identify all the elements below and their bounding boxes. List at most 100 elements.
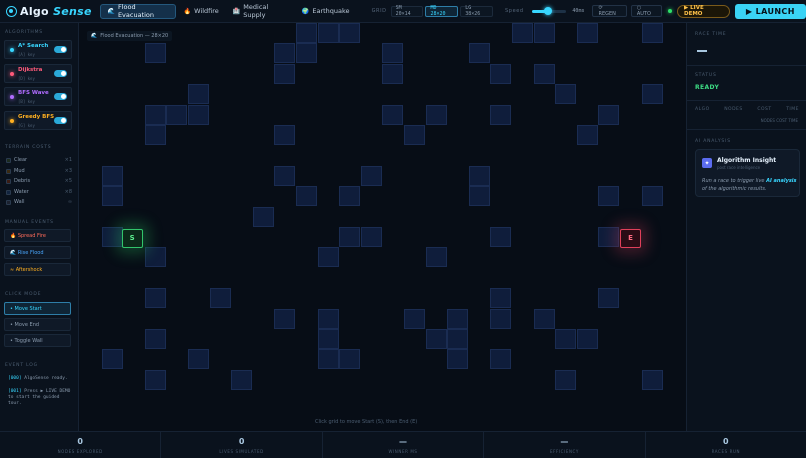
grid-size-button[interactable]: MD 28×20	[425, 5, 459, 17]
wall-cell[interactable]	[425, 329, 447, 349]
wall-cell[interactable]	[533, 23, 555, 43]
wall-cell[interactable]	[317, 23, 339, 43]
wall-cell[interactable]	[641, 186, 663, 207]
wall-cell[interactable]	[576, 125, 598, 145]
algorithm-toggle[interactable]	[54, 93, 67, 100]
wall-cell[interactable]	[144, 369, 166, 390]
wall-cell[interactable]	[339, 349, 361, 370]
wall-cell[interactable]	[274, 165, 296, 186]
manual-event-button[interactable]: 🔥 Spread Fire	[4, 229, 71, 242]
wall-cell[interactable]	[144, 125, 166, 145]
wall-cell[interactable]	[555, 84, 577, 105]
wall-cell[interactable]	[576, 23, 598, 43]
wall-cell[interactable]	[274, 308, 296, 329]
click-mode-button[interactable]: • Move End	[4, 318, 71, 331]
wall-cell[interactable]	[144, 104, 166, 125]
wall-cell[interactable]	[209, 288, 231, 309]
tab-scenario-3[interactable]: 🌍 Earthquake	[296, 4, 356, 19]
wall-cell[interactable]	[188, 349, 209, 370]
end-node[interactable]: E	[620, 228, 641, 248]
wall-cell[interactable]	[101, 349, 123, 370]
algorithm-item[interactable]: Dijkstra [D] key	[4, 63, 72, 83]
wall-cell[interactable]	[425, 104, 447, 125]
wall-cell[interactable]	[555, 329, 577, 349]
start-node[interactable]: S	[121, 228, 143, 248]
wall-cell[interactable]	[382, 43, 404, 64]
algorithm-item[interactable]: Greedy BFS [G] key	[4, 110, 72, 130]
wall-cell[interactable]	[166, 104, 188, 125]
wall-cell[interactable]	[641, 369, 663, 390]
click-mode-button[interactable]: • Toggle Wall	[4, 334, 71, 347]
wall-cell[interactable]	[598, 186, 620, 207]
manual-event-button[interactable]: 🌊 Rise Flood	[4, 246, 71, 259]
tab-scenario-1[interactable]: 🔥 Wildfire	[178, 4, 225, 19]
wall-cell[interactable]	[533, 308, 555, 329]
wall-cell[interactable]	[188, 84, 209, 105]
wall-cell[interactable]	[252, 206, 274, 227]
wall-cell[interactable]	[296, 186, 317, 207]
wall-cell[interactable]	[101, 227, 123, 247]
wall-cell[interactable]	[144, 329, 166, 349]
wall-cell[interactable]	[404, 125, 425, 145]
wall-cell[interactable]	[490, 349, 512, 370]
wall-cell[interactable]	[555, 369, 577, 390]
grid-size-button[interactable]: SM 20×14	[390, 5, 424, 17]
regen-button[interactable]: ⟳ REGEN	[592, 5, 627, 17]
wall-cell[interactable]	[317, 247, 339, 268]
wall-cell[interactable]	[533, 63, 555, 84]
wall-cell[interactable]	[641, 84, 663, 105]
algorithm-toggle[interactable]	[54, 69, 67, 77]
algorithm-item[interactable]: BFS Wave [B] key	[4, 87, 72, 106]
tab-scenario-0[interactable]: 🌊 Flood Evacuation	[100, 3, 176, 19]
manual-event-button[interactable]: ≈ Aftershock	[4, 263, 71, 276]
wall-cell[interactable]	[339, 23, 361, 43]
pathfinding-grid[interactable]: 🌊 Flood Evacuation — 28×20 S E Click gri…	[80, 23, 685, 431]
wall-cell[interactable]	[598, 227, 620, 247]
wall-cell[interactable]	[490, 63, 512, 84]
wall-cell[interactable]	[598, 104, 620, 125]
auto-button[interactable]: ○ AUTO	[630, 5, 663, 17]
wall-cell[interactable]	[360, 227, 382, 247]
speed-slider-knob[interactable]	[543, 7, 552, 15]
wall-cell[interactable]	[490, 227, 512, 247]
wall-cell[interactable]	[576, 329, 598, 349]
launch-button[interactable]: ▶ LAUNCH	[734, 3, 806, 19]
wall-cell[interactable]	[339, 186, 361, 207]
wall-cell[interactable]	[598, 288, 620, 309]
algorithm-item[interactable]: A* Search [A] key	[4, 40, 72, 59]
wall-cell[interactable]	[274, 63, 296, 84]
tab-scenario-2[interactable]: 🏥 Medical Supply	[227, 3, 294, 19]
grid-size-button[interactable]: LG 38×26	[460, 5, 494, 17]
wall-cell[interactable]	[101, 165, 123, 186]
wall-cell[interactable]	[144, 247, 166, 268]
wall-cell[interactable]	[231, 369, 253, 390]
wall-cell[interactable]	[382, 63, 404, 84]
speed-slider[interactable]	[531, 7, 567, 15]
algorithm-toggle[interactable]	[54, 116, 67, 124]
click-mode-button[interactable]: • Move Start	[4, 302, 71, 315]
wall-cell[interactable]	[317, 349, 339, 370]
algorithm-toggle[interactable]	[54, 46, 67, 53]
wall-cell[interactable]	[512, 23, 533, 43]
wall-cell[interactable]	[382, 104, 404, 125]
wall-cell[interactable]	[447, 308, 469, 329]
wall-cell[interactable]	[360, 165, 382, 186]
wall-cell[interactable]	[188, 104, 209, 125]
wall-cell[interactable]	[468, 186, 490, 207]
wall-cell[interactable]	[274, 43, 296, 64]
wall-cell[interactable]	[144, 288, 166, 309]
wall-cell[interactable]	[490, 288, 512, 309]
wall-cell[interactable]	[490, 308, 512, 329]
wall-cell[interactable]	[404, 308, 425, 329]
wall-cell[interactable]	[296, 23, 317, 43]
wall-cell[interactable]	[447, 349, 469, 370]
wall-cell[interactable]	[296, 43, 317, 64]
wall-cell[interactable]	[274, 125, 296, 145]
wall-cell[interactable]	[641, 23, 663, 43]
wall-cell[interactable]	[144, 43, 166, 64]
live-demo-button[interactable]: ▶ LIVE DEMO	[677, 4, 730, 18]
wall-cell[interactable]	[490, 104, 512, 125]
wall-cell[interactable]	[101, 186, 123, 207]
wall-cell[interactable]	[317, 308, 339, 329]
wall-cell[interactable]	[468, 43, 490, 64]
